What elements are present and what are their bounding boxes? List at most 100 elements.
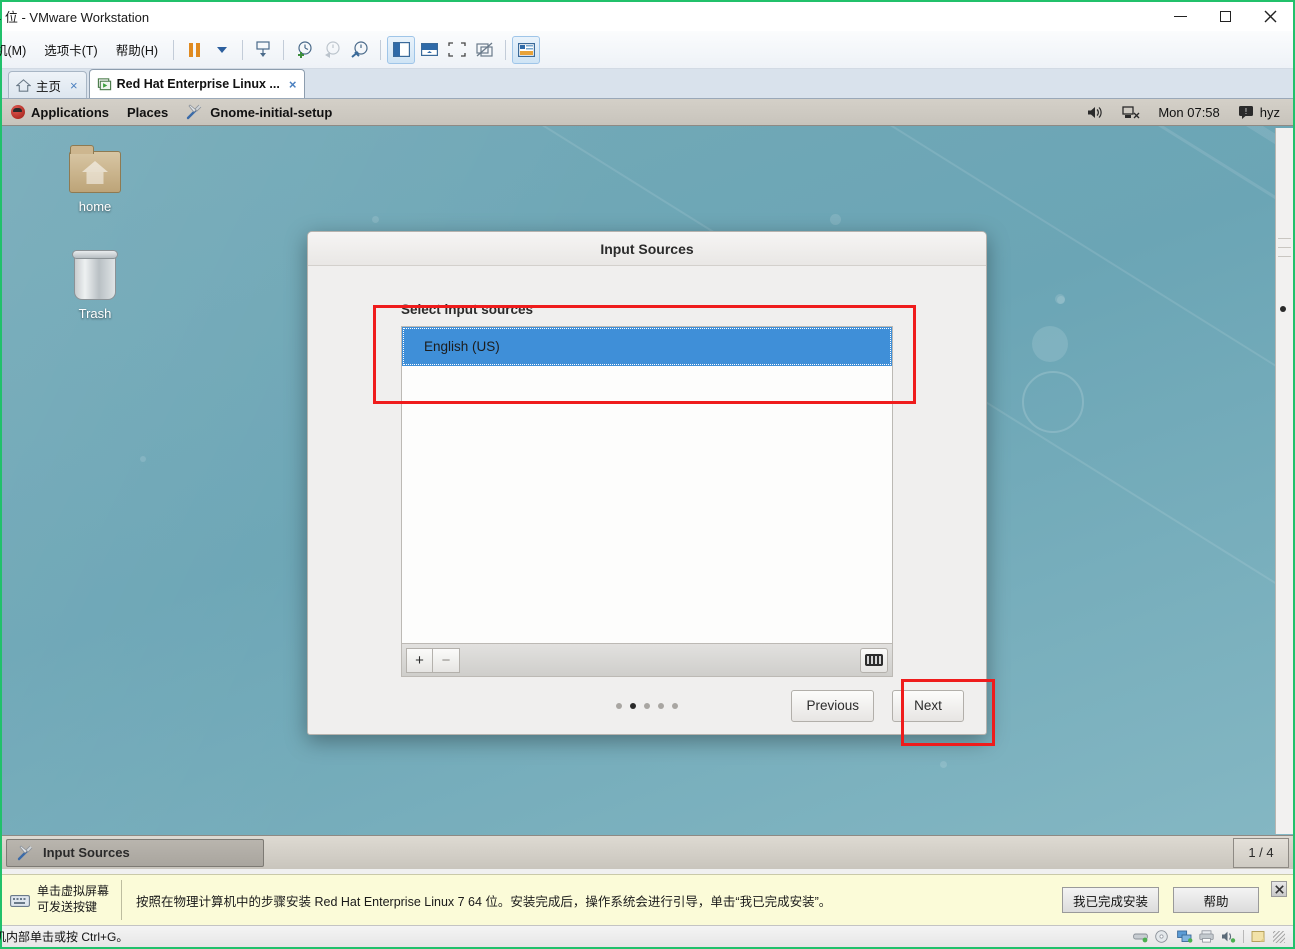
add-input-source-button[interactable]: + [406,647,433,673]
gnome-top-panel: Applications Places Gnome-initial-setup [2,99,1293,126]
help-button[interactable]: 帮助 [1173,887,1259,913]
clock[interactable]: Mon 07:58 [1149,99,1228,126]
taskbar-item-label: Input Sources [43,845,130,860]
notification-message: 按照在物理计算机中的步骤安装 Red Hat Enterprise Linux … [136,894,832,909]
network-disconnected-icon [1122,105,1140,118]
dialog-footer: Previous Next [308,677,986,734]
keyboard-icon [10,894,30,907]
keyboard-preview-icon [865,654,883,666]
power-dropdown-button[interactable] [208,36,236,64]
tab-rhel-vm-close-icon[interactable]: × [289,77,297,92]
panel-places-label: Places [127,104,169,120]
menu-help[interactable]: 帮助(H) [107,37,167,62]
dialog-buttons: Previous Next [791,689,964,722]
pagination-dot [658,702,664,709]
background-window-peek[interactable] [1275,128,1293,834]
vm-icon [97,77,111,90]
gnome-panel-right: Mon 07:58 ! hyz [1078,99,1293,126]
volume-button[interactable] [1078,99,1113,126]
printer-icon[interactable] [1199,930,1214,943]
snapshot-manager-button[interactable] [346,36,374,64]
network-adapter-icon[interactable] [1177,930,1193,943]
desktop-icon-trash-label: Trash [78,306,112,321]
remove-input-source-button[interactable]: − [433,647,460,673]
sound-card-icon[interactable] [1221,930,1236,943]
hard-disk-icon[interactable] [1133,930,1148,943]
show-console-icon [420,43,438,57]
minimize-button[interactable] [1158,2,1203,31]
tab-home-label: 主页 [36,79,62,94]
panel-places[interactable]: Places [118,99,177,126]
tab-rhel-vm[interactable]: Red Hat Enterprise Linux ... × [88,69,306,98]
previous-button[interactable]: Previous [791,689,874,722]
home-folder-icon [69,145,121,193]
vmware-workstation-window: 4 位 - VMware Workstation 机(M) 选项卡(T) 帮助(… [0,0,1295,949]
keyboard-hint-line2: 可发送按键 [37,900,98,914]
desktop-icon-home-label: home [78,199,112,214]
taskbar-item-input-sources[interactable]: Input Sources [6,838,264,867]
panel-window-title-label: Gnome-initial-setup [210,104,333,120]
keyboard-preview-button[interactable] [860,647,888,673]
messaging-icon: ! [1238,106,1253,119]
wallpaper-bubble [1057,296,1065,304]
status-separator [1243,930,1244,943]
input-sources-dialog: Input Sources Select input sources Engli… [307,231,987,735]
title-bar: 4 位 - VMware Workstation [0,2,1293,31]
wallpaper-bubble [830,214,841,225]
maximize-button[interactable] [1203,2,1248,31]
snapshot-manager-icon [351,40,368,58]
send-ctrl-alt-del-button[interactable] [249,36,277,64]
status-text: 机内部单击或按 Ctrl+G。 [0,930,129,944]
desktop-icon-home[interactable]: home [50,145,140,214]
resize-grip[interactable] [1273,930,1285,943]
cd-drive-icon[interactable] [1155,930,1170,943]
pagination-dot [672,702,678,709]
tools-icon [17,844,33,860]
show-sidebar-button[interactable] [387,35,416,64]
keyboard-hint-line1: 单击虚拟屏幕 [37,884,110,899]
usb-device-icon[interactable] [1251,930,1266,943]
close-button[interactable] [1248,2,1293,31]
snapshot-take-icon [298,40,312,58]
menu-virtual-machine[interactable]: 机(M) [0,37,35,62]
workspace-indicator[interactable]: 1 / 4 [1233,837,1289,868]
fullscreen-button[interactable] [443,36,471,64]
preferences-icon [517,42,535,57]
tab-home-close-icon[interactable]: × [70,78,78,93]
next-button[interactable]: Next [892,689,964,722]
notification-close-button[interactable] [1271,881,1287,897]
fullscreen-icon [448,42,466,57]
toolbar-separator [242,39,244,60]
wallpaper-bubble [940,761,947,768]
preferences-button[interactable] [512,35,541,64]
tab-home[interactable]: 主页 × [8,71,87,98]
redhat-logo-icon [11,105,25,119]
list-item[interactable]: English (US) [402,327,892,366]
section-label: Select input sources [401,302,534,317]
pagination-dot [644,702,650,709]
revert-snapshot-button[interactable] [318,36,346,64]
pagination-dot-active [630,702,636,709]
panel-window-title[interactable]: Gnome-initial-setup [177,99,341,126]
toolbar-separator [505,39,507,60]
panel-applications[interactable]: Applications [2,99,118,126]
pagination-dots [616,702,678,709]
send-ctrl-alt-del-icon [256,40,270,57]
take-snapshot-button[interactable] [290,36,318,64]
unity-mode-button[interactable] [471,36,499,64]
finished-install-button[interactable]: 我已完成安装 [1061,887,1159,913]
close-icon [1264,10,1277,23]
show-console-button[interactable] [415,36,443,64]
user-menu[interactable]: ! hyz [1229,99,1289,126]
vm-desktop[interactable]: home Trash Input Sources Select input so… [2,126,1293,835]
minimize-icon [1174,16,1187,17]
dialog-title: Input Sources [308,232,986,266]
menu-tabs[interactable]: 选项卡(T) [35,37,106,62]
home-icon [16,78,31,92]
wallpaper-bubble [372,216,379,223]
status-bar: 机内部单击或按 Ctrl+G。 [0,925,1293,947]
desktop-icon-trash[interactable]: Trash [50,250,140,321]
input-sources-list[interactable]: English (US) [401,326,893,644]
pause-button[interactable] [180,36,208,64]
network-button[interactable] [1113,99,1149,126]
